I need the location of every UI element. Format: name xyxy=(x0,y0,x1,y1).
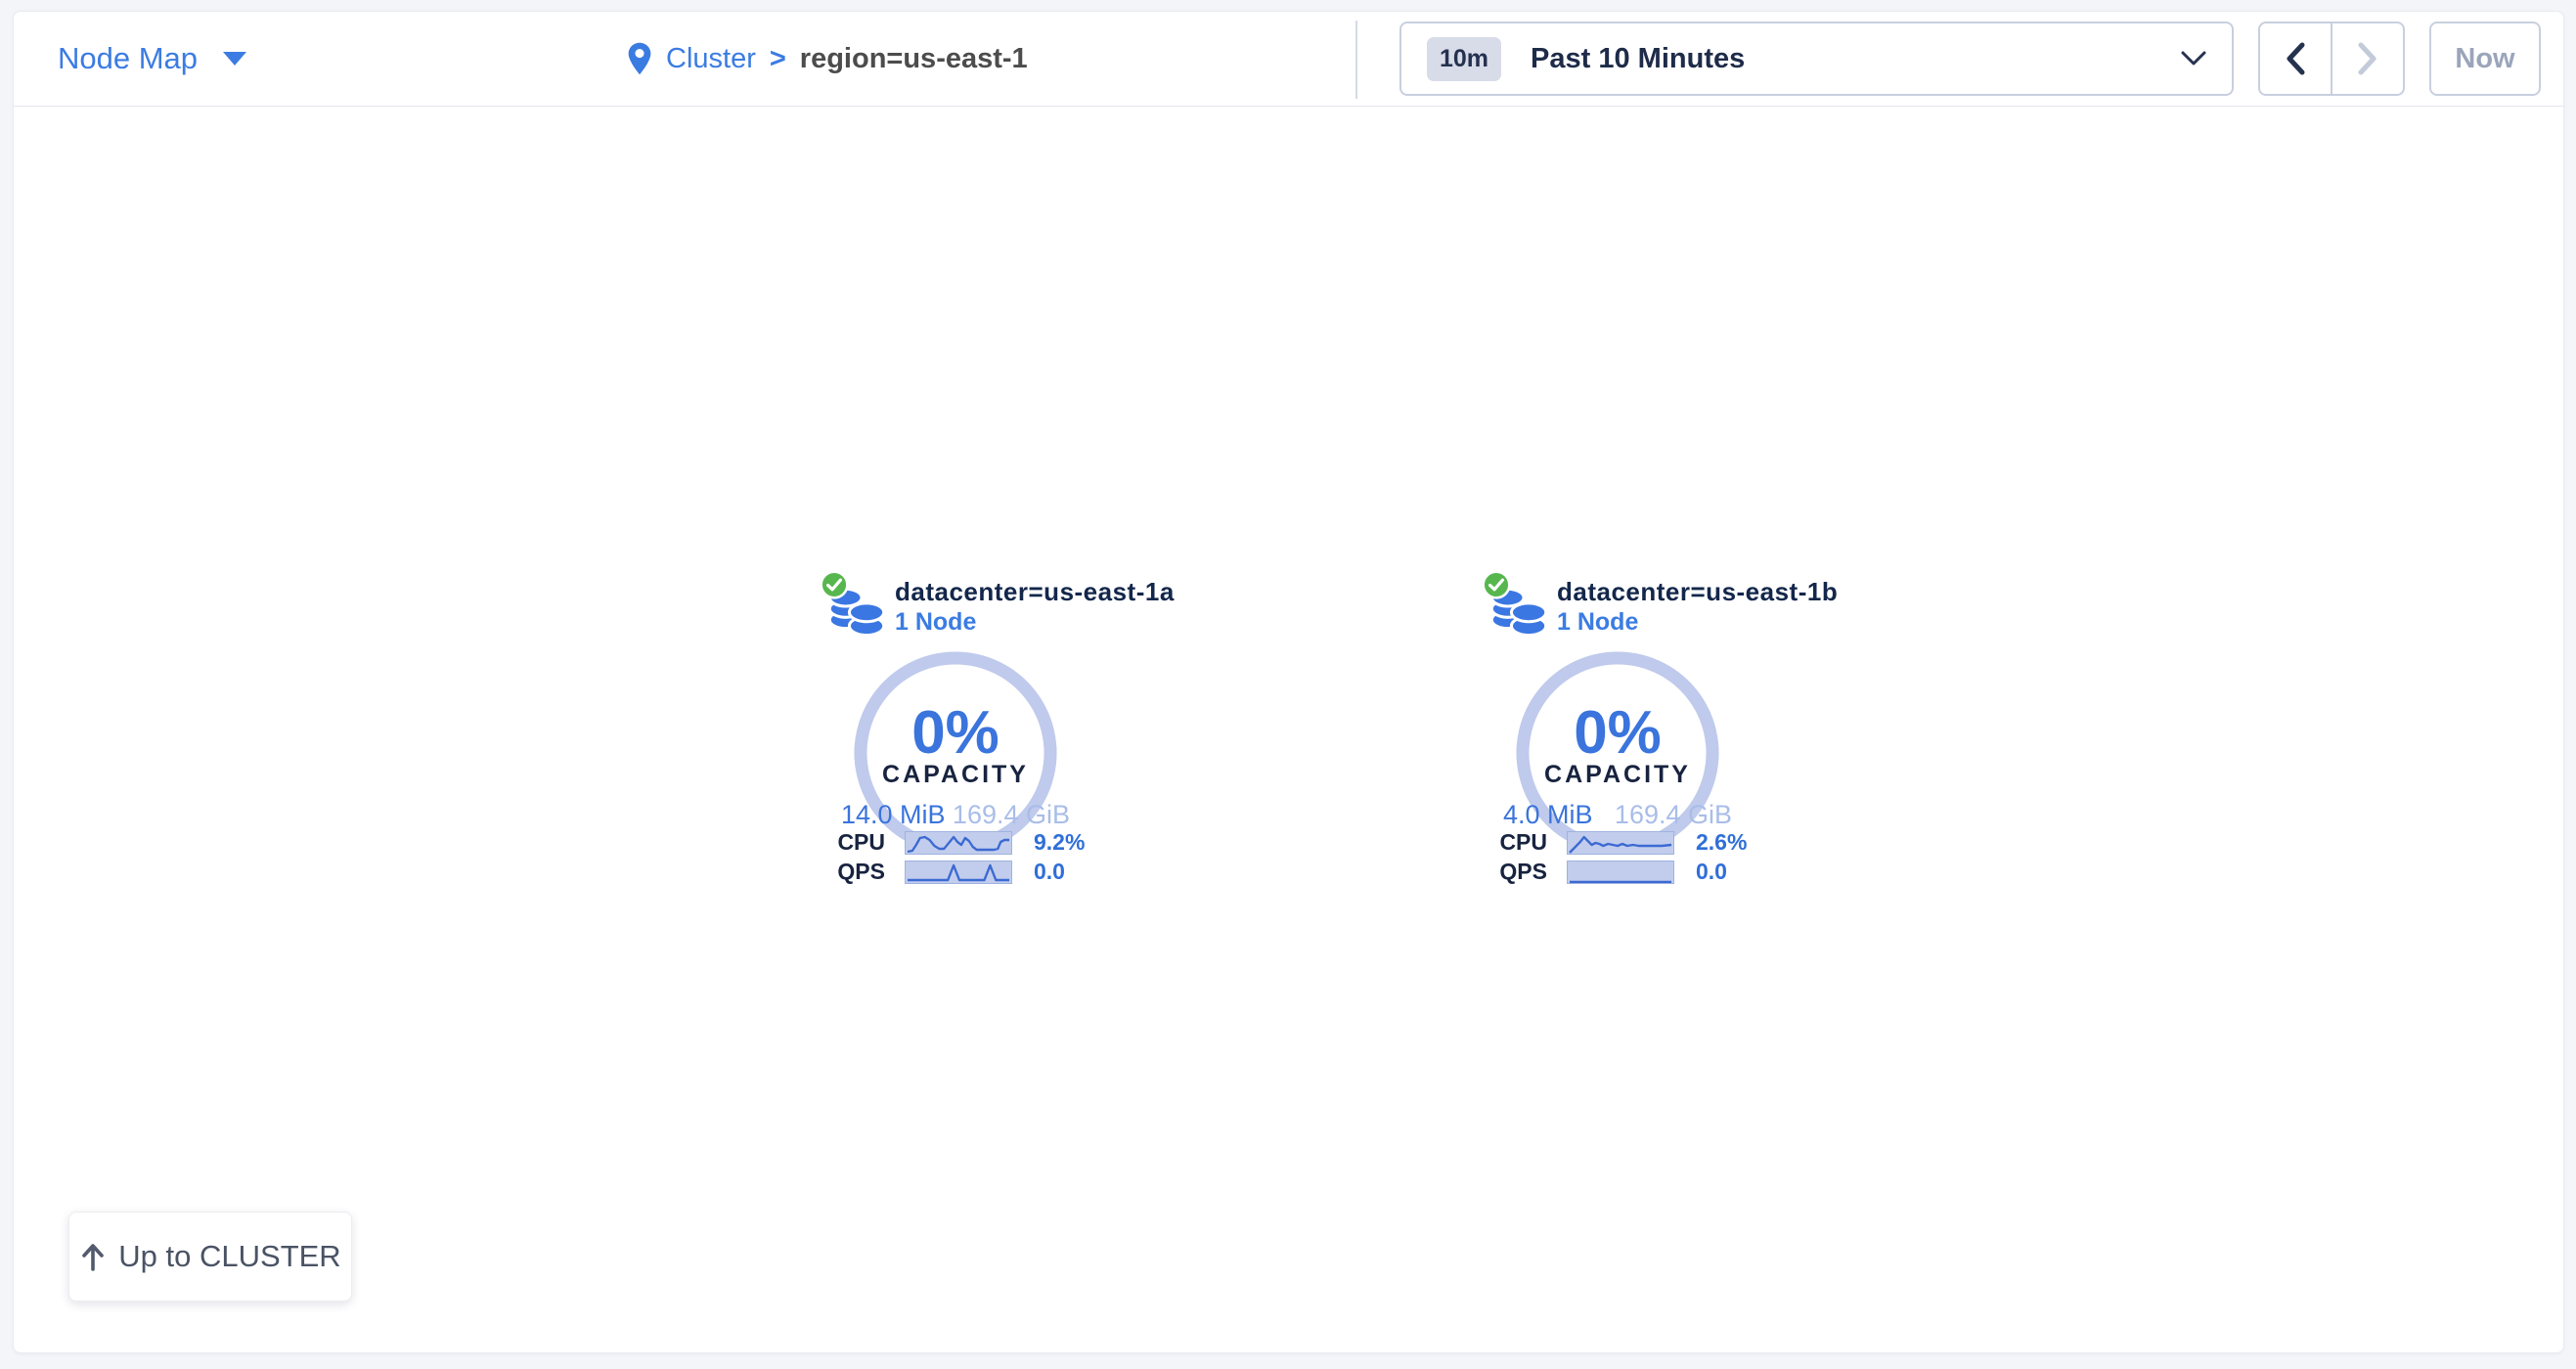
datacenter-node-count: 1 Node xyxy=(895,608,976,637)
qps-label: QPS xyxy=(1477,859,1547,885)
arrow-up-icon xyxy=(79,1241,107,1272)
cpu-value: 2.6% xyxy=(1696,829,1747,856)
up-to-cluster-button[interactable]: Up to CLUSTER xyxy=(68,1212,352,1302)
cpu-label: CPU xyxy=(1477,829,1547,856)
breadcrumb-current: region=us-east-1 xyxy=(800,43,1028,75)
capacity-percent: 0% xyxy=(809,698,1102,768)
capacity-values: 4.0 MiB 169.4 GiB xyxy=(1471,800,1764,830)
view-selector-dropdown[interactable]: Node Map xyxy=(58,12,246,106)
qps-sparkline xyxy=(1567,861,1674,884)
qps-value: 0.0 xyxy=(1034,859,1065,885)
capacity-total: 169.4 GiB xyxy=(1615,800,1732,830)
qps-sparkline xyxy=(905,861,1012,884)
time-window-dropdown[interactable]: 10m Past 10 Minutes xyxy=(1399,22,2234,96)
capacity-percent: 0% xyxy=(1471,698,1764,768)
qps-value: 0.0 xyxy=(1696,859,1727,885)
time-window-badge: 10m xyxy=(1427,37,1501,81)
datacenter-card-us-east-1a[interactable]: datacenter=us-east-1a 1 Node 0% CAPACITY… xyxy=(809,567,1102,900)
qps-label: QPS xyxy=(815,859,885,885)
time-window-label: Past 10 Minutes xyxy=(1531,43,1745,75)
datacenter-title: datacenter=us-east-1a xyxy=(895,577,1175,607)
capacity-label: CAPACITY xyxy=(1471,761,1764,789)
up-to-cluster-label: Up to CLUSTER xyxy=(118,1239,340,1274)
node-map-page: Node Map Cluster > region=us-east-1 10m … xyxy=(0,0,2576,1369)
breadcrumb-cluster-link[interactable]: Cluster xyxy=(666,43,756,75)
main-panel: Node Map Cluster > region=us-east-1 10m … xyxy=(13,11,2564,1353)
datacenter-node-count: 1 Node xyxy=(1557,608,1638,637)
datacenter-card-us-east-1b[interactable]: datacenter=us-east-1b 1 Node 0% CAPACITY… xyxy=(1471,567,1764,900)
time-next-button[interactable] xyxy=(2331,23,2403,94)
time-prev-button[interactable] xyxy=(2260,23,2331,94)
datacenter-icon-group xyxy=(1471,567,1559,645)
capacity-values: 14.0 MiB 169.4 GiB xyxy=(809,800,1102,830)
cpu-sparkline xyxy=(905,831,1012,855)
chevron-down-icon xyxy=(2181,51,2206,66)
chevron-left-icon xyxy=(2283,39,2308,78)
now-button-label: Now xyxy=(2455,43,2514,75)
qps-metric-row: QPS 0.0 xyxy=(815,859,1108,885)
now-button[interactable]: Now xyxy=(2429,22,2541,96)
header-divider xyxy=(1355,21,1357,99)
chevron-right-icon xyxy=(2355,39,2380,78)
cpu-label: CPU xyxy=(815,829,885,856)
capacity-used: 4.0 MiB xyxy=(1503,800,1593,830)
qps-metric-row: QPS 0.0 xyxy=(1477,859,1770,885)
capacity-label: CAPACITY xyxy=(809,761,1102,789)
header-bar: Node Map Cluster > region=us-east-1 10m … xyxy=(14,12,2563,107)
time-nav-buttons xyxy=(2258,22,2405,96)
datacenter-title: datacenter=us-east-1b xyxy=(1557,577,1838,607)
capacity-used: 14.0 MiB xyxy=(841,800,946,830)
view-selector-label[interactable]: Node Map xyxy=(58,41,198,76)
cpu-metric-row: CPU 2.6% xyxy=(1477,829,1770,856)
breadcrumb: Cluster > region=us-east-1 xyxy=(627,12,1028,106)
check-circle-icon xyxy=(819,569,850,600)
caret-down-icon[interactable] xyxy=(223,52,246,66)
location-pin-icon xyxy=(627,41,652,76)
cpu-sparkline xyxy=(1567,831,1674,855)
capacity-total: 169.4 GiB xyxy=(953,800,1070,830)
check-circle-icon xyxy=(1481,569,1512,600)
datacenter-icon-group xyxy=(809,567,897,645)
cpu-metric-row: CPU 9.2% xyxy=(815,829,1108,856)
breadcrumb-separator: > xyxy=(770,43,786,75)
cpu-value: 9.2% xyxy=(1034,829,1085,856)
